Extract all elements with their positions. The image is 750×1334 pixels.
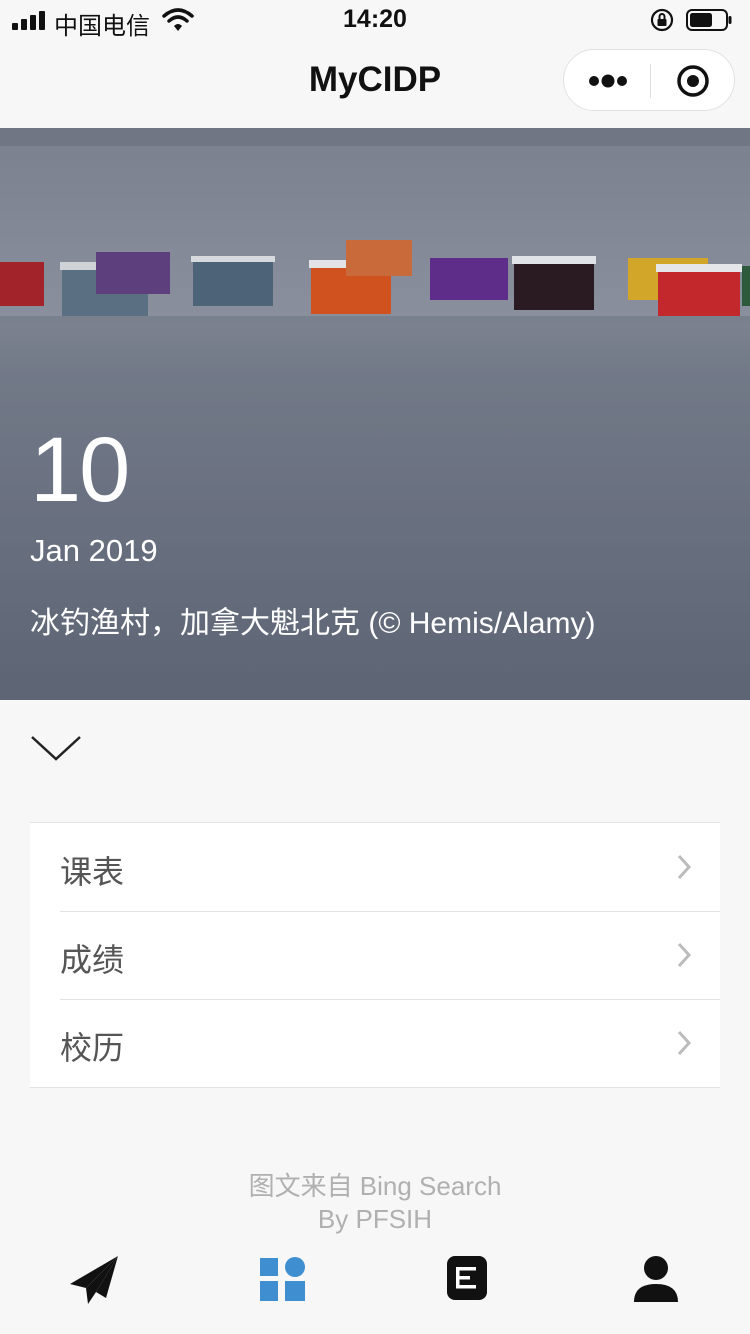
battery-icon bbox=[686, 9, 732, 31]
author-credit: By PFSIH bbox=[317, 1204, 433, 1234]
chevron-right-icon bbox=[677, 854, 692, 880]
clock-time: 14:20 bbox=[343, 5, 407, 33]
chevron-down-icon[interactable] bbox=[30, 734, 82, 762]
menu-item-schedule[interactable]: 课表 bbox=[30, 823, 720, 911]
image-credit: 图文来自 Bing Search bbox=[248, 1171, 502, 1201]
menu-item-label: 成绩 bbox=[60, 942, 125, 978]
document-icon[interactable] bbox=[435, 1246, 499, 1310]
hero-caption: 冰钓渔村，加拿大魁北克 (© Hemis/Alamy) bbox=[30, 607, 596, 640]
orientation-lock-icon bbox=[650, 8, 674, 32]
chevron-right-icon bbox=[677, 942, 692, 968]
more-options-icon[interactable] bbox=[564, 50, 650, 110]
paper-plane-icon[interactable] bbox=[62, 1246, 126, 1310]
status-bar: 中国电信 14:20 bbox=[0, 0, 750, 40]
user-icon[interactable] bbox=[624, 1246, 688, 1310]
hero-day: 10 bbox=[30, 419, 130, 521]
mini-program-capsule bbox=[563, 49, 735, 111]
menu-item-label: 校历 bbox=[60, 1030, 125, 1066]
menu-item-calendar[interactable]: 校历 bbox=[30, 999, 720, 1087]
menu-list: 课表 成绩 校历 bbox=[30, 822, 720, 1088]
hero-month-year: Jan 2019 bbox=[30, 533, 158, 568]
chevron-right-icon bbox=[677, 1030, 692, 1056]
menu-item-label: 课表 bbox=[60, 854, 125, 890]
tab-bar bbox=[0, 1234, 750, 1334]
menu-item-grades[interactable]: 成绩 bbox=[30, 911, 720, 999]
daily-wallpaper-hero: 10 Jan 2019 冰钓渔村，加拿大魁北克 (© Hemis/Alamy) bbox=[0, 128, 750, 700]
close-mini-program-icon[interactable] bbox=[651, 50, 735, 110]
navigation-bar: MyCIDP bbox=[0, 40, 750, 128]
dashboard-grid-icon[interactable] bbox=[250, 1246, 314, 1310]
